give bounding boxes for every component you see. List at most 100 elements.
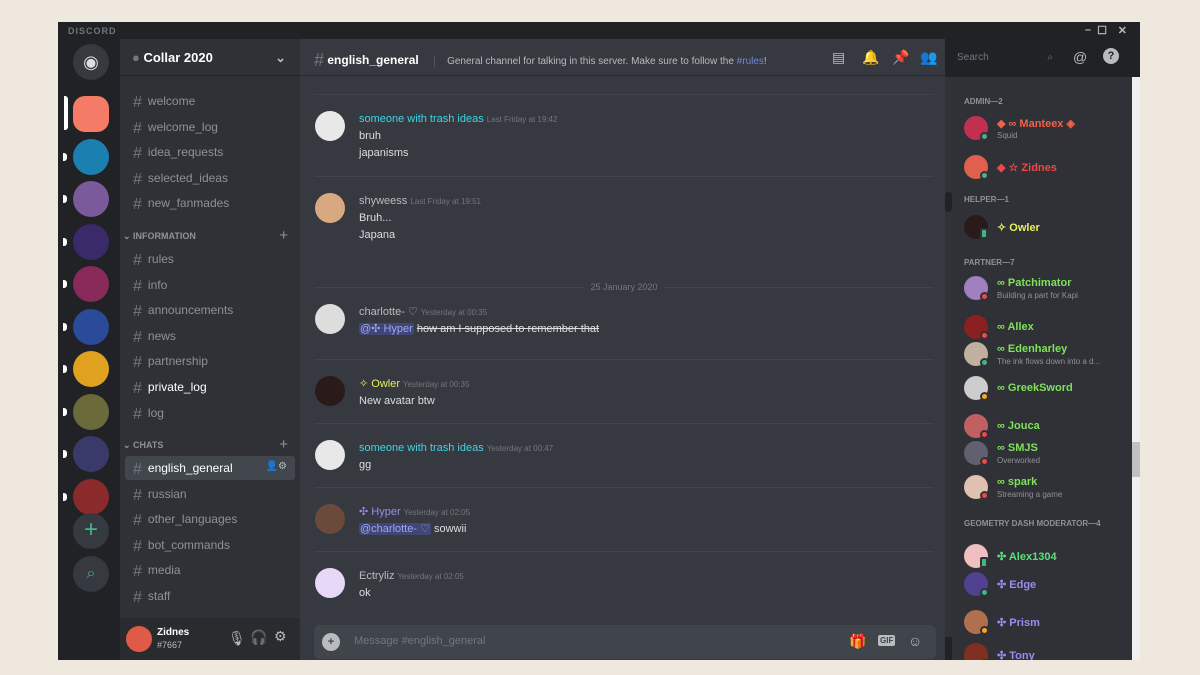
explore-servers-button[interactable]: ⌕ xyxy=(73,556,109,592)
author-avatar[interactable] xyxy=(315,504,345,534)
member-item[interactable]: ◆ ☆ Zidnes xyxy=(964,153,1129,185)
settings-gear-icon[interactable]: ⚙ xyxy=(274,628,287,645)
add-channel-icon[interactable]: + xyxy=(279,227,288,244)
server-header[interactable]: ● Collar 2020 ⌄ xyxy=(120,39,300,76)
channel-staff[interactable]: # staff xyxy=(125,584,295,608)
channel-bot_commands[interactable]: # bot_commands xyxy=(125,533,295,557)
user-mention[interactable]: @✣ Hyper xyxy=(359,323,414,335)
category-information[interactable]: ⌄ INFORMATION + xyxy=(123,227,293,244)
author-name[interactable]: charlotte- ♡ xyxy=(359,306,418,318)
channel-announcements[interactable]: # announcements xyxy=(125,298,295,322)
author-name[interactable]: someone with trash ideas xyxy=(359,113,484,125)
chat-scrollbar[interactable] xyxy=(945,77,952,637)
chevron-icon: ⌄ xyxy=(123,231,134,241)
member-name: ∞ GreekSword xyxy=(997,382,1073,394)
discord-home-icon[interactable]: ◉ xyxy=(73,44,109,80)
member-item[interactable]: ◆ ∞ Manteex ◈ Squid xyxy=(964,114,1129,146)
hashtag-icon: # xyxy=(133,512,142,530)
microphone-icon[interactable]: 🎙 xyxy=(228,630,246,647)
server-icon[interactable] xyxy=(73,96,109,132)
add-channel-icon[interactable]: + xyxy=(279,436,288,453)
author-name[interactable]: someone with trash ideas xyxy=(359,442,484,454)
member-name: ◆ ☆ Zidnes xyxy=(997,162,1057,174)
maximize-button[interactable]: ☐ xyxy=(1097,24,1108,37)
member-item[interactable]: ∞ Edenharley The ink flows down into a d.… xyxy=(964,340,1129,372)
author-avatar[interactable] xyxy=(315,111,345,141)
server-icon[interactable] xyxy=(73,393,109,430)
headphones-icon[interactable]: 🎧 xyxy=(250,629,267,646)
message: someone with trash ideas Yesterday at 00:… xyxy=(314,423,934,474)
user-panel: Zidnes #7667 🎙 🎧 ⚙ xyxy=(120,618,300,660)
channel-media[interactable]: # media xyxy=(125,558,295,582)
server-icon[interactable] xyxy=(73,478,109,515)
member-item[interactable]: ✧ Owler xyxy=(964,213,1129,245)
channel-private_log[interactable]: # private_log xyxy=(125,375,295,399)
author-name[interactable]: shyweess xyxy=(359,195,407,207)
channel-partnership[interactable]: # partnership xyxy=(125,349,295,373)
mention-icon[interactable]: @ xyxy=(1073,49,1087,65)
author-avatar[interactable] xyxy=(315,440,345,470)
emoji-icon[interactable]: ☺ xyxy=(908,633,922,649)
channel-idea_requests[interactable]: # idea_requests xyxy=(125,140,295,164)
author-avatar[interactable] xyxy=(315,304,345,334)
status-online-icon xyxy=(980,588,989,597)
member-item[interactable]: ✣ Tony xyxy=(964,641,1129,660)
channel-news[interactable]: # news xyxy=(125,324,295,348)
channel-english_general[interactable]: # english_general 👤⚙ xyxy=(125,456,295,480)
channel-welcome_log[interactable]: # welcome_log xyxy=(125,115,295,139)
threads-icon[interactable]: ▤ xyxy=(832,49,845,66)
author-name[interactable]: ✣ Hyper xyxy=(359,506,401,518)
author-name[interactable]: ✧ Owler xyxy=(359,378,400,390)
channel-other_languages[interactable]: # other_languages xyxy=(125,507,295,531)
server-icon[interactable] xyxy=(73,351,109,387)
window-scrollbar[interactable] xyxy=(1132,77,1140,660)
bell-icon[interactable]: 🔔 xyxy=(862,49,879,66)
author-avatar[interactable] xyxy=(315,376,345,406)
server-icon[interactable] xyxy=(73,266,109,302)
members-icon[interactable]: 👥 xyxy=(920,49,937,66)
member-item[interactable]: ∞ SMJS Overworked xyxy=(964,439,1129,471)
channel-settings-icon[interactable]: 👤⚙ xyxy=(266,461,287,472)
avatar[interactable] xyxy=(126,626,152,652)
member-item[interactable]: ✣ Prism xyxy=(964,608,1129,640)
search-input[interactable]: Search ⌕ xyxy=(952,49,1058,67)
add-attachment-icon[interactable]: + xyxy=(322,633,340,651)
message-body: ✣ Hyper Yesterday at 02:05 @charlotte- ♡ s… xyxy=(359,504,934,538)
channel-rules[interactable]: # rules xyxy=(125,247,295,271)
member-item[interactable]: ∞ GreekSword xyxy=(964,374,1129,406)
minimize-button[interactable]: – xyxy=(1085,24,1092,36)
timestamp: Last Friday at 19:51 xyxy=(410,197,482,206)
channel-new_fanmades[interactable]: # new_fanmades xyxy=(125,191,295,215)
help-icon[interactable]: ? xyxy=(1103,48,1119,64)
gif-icon[interactable]: GIF xyxy=(878,635,896,646)
author-name[interactable]: Ectryliz xyxy=(359,570,394,582)
channel-selected_ideas[interactable]: # selected_ideas xyxy=(125,166,295,190)
server-icon[interactable] xyxy=(73,308,109,345)
member-item[interactable]: ∞ spark Streaming a game xyxy=(964,473,1129,505)
channel-welcome[interactable]: # welcome xyxy=(125,89,295,113)
message-input[interactable]: + Message #english_general 🎁 GIF ☺ xyxy=(314,625,936,659)
channel-info[interactable]: # info xyxy=(125,273,295,297)
channel-russian[interactable]: # russian xyxy=(125,482,295,506)
category-chats[interactable]: ⌄ CHATS + xyxy=(123,436,293,453)
member-name: ∞ Patchimator xyxy=(997,277,1072,289)
author-avatar[interactable] xyxy=(315,568,345,598)
member-name: ✣ Alex1304 xyxy=(997,551,1057,563)
add-server-button[interactable]: + xyxy=(73,513,109,549)
server-icon[interactable] xyxy=(73,223,109,260)
rules-link[interactable]: #rules xyxy=(737,56,764,67)
timestamp: Yesterday at 00:47 xyxy=(486,444,554,453)
member-item[interactable]: ✣ Edge xyxy=(964,570,1129,602)
member-item[interactable]: ∞ Patchimator Building a part for Kapi xyxy=(964,274,1129,306)
author-avatar[interactable] xyxy=(315,193,345,223)
server-icon[interactable] xyxy=(73,138,109,175)
message-header: someone with trash ideas Yesterday at 00:… xyxy=(359,440,934,457)
channel-log[interactable]: # log xyxy=(125,401,295,425)
gift-icon[interactable]: 🎁 xyxy=(849,633,866,650)
close-button[interactable]: ✕ xyxy=(1118,24,1128,37)
server-icon[interactable] xyxy=(73,181,109,217)
server-icon[interactable] xyxy=(73,436,109,472)
pin-icon[interactable]: 📌 xyxy=(892,49,909,66)
server-rail: ◉ + ⌕ xyxy=(58,39,120,660)
user-mention[interactable]: @charlotte- ♡ xyxy=(359,523,431,535)
